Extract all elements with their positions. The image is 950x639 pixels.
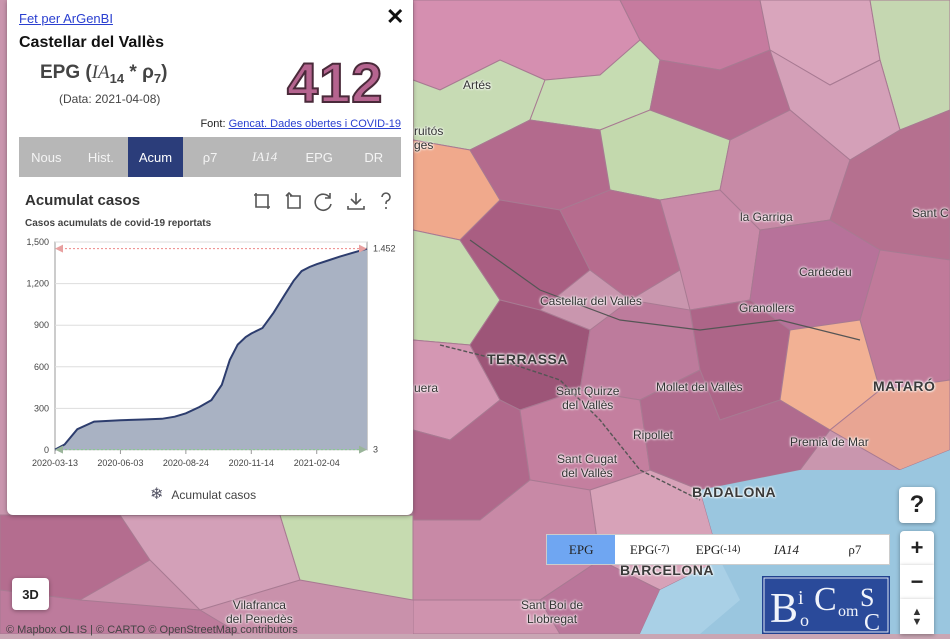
map-label-barcelona: BARCELONA [620, 562, 714, 578]
help-button[interactable]: ? [899, 487, 935, 523]
tab-dr[interactable]: DR [346, 137, 401, 177]
map-label-sant-cugat: Sant Cugat del Vallès [557, 452, 618, 480]
map-label-cardedeu: Cardedeu [799, 265, 852, 279]
chip-epg-label: EPG [568, 541, 594, 557]
biocomsc-logo[interactable]: B i o C om S C [762, 576, 890, 636]
info-panel: Fet per ArGenBI ✕ Castellar del Vallès E… [7, 0, 413, 515]
map-label-la-garriga: la Garriga [740, 210, 793, 224]
chip-epg-7[interactable]: EPG (-7) [615, 535, 683, 564]
metric-formula: EPG (IA14 * ρ7) [40, 62, 167, 86]
chip-rho7[interactable]: ρ7 [821, 535, 889, 564]
close-icon[interactable]: ✕ [386, 4, 404, 30]
svg-text:C: C [814, 581, 837, 618]
source-link[interactable]: Gencat. Dades obertes i COVID-19 [229, 118, 401, 130]
x-tick-label: 2020-03-13 [32, 458, 78, 468]
chip-rho7-label: ρ7 [848, 541, 862, 557]
map-label-ripollet: Ripollet [633, 428, 674, 442]
svg-text:B: B [770, 586, 798, 632]
chip-epg-14[interactable]: EPG (-14) [684, 535, 752, 564]
metric-prefix: EPG ( [40, 62, 92, 83]
tab-nous[interactable]: Nous [19, 137, 74, 177]
map-label-ruitos: ruitós ges [414, 124, 444, 152]
tab-hist[interactable]: Hist. [74, 137, 129, 177]
tab-acum[interactable]: Acum [128, 137, 183, 177]
map-label-granollers: Granollers [739, 301, 795, 315]
metric-ia: IA [91, 62, 110, 83]
y-tick-label: 0 [44, 445, 49, 455]
biocomsc-logo-art: B i o C om S C [763, 577, 889, 636]
max-arrow-left [55, 244, 63, 253]
chip-epg-14-sub: (-14) [720, 544, 741, 555]
zoom-reset-icon[interactable] [281, 190, 303, 212]
metric-suffix: ) [161, 62, 168, 83]
svg-text:om: om [838, 603, 859, 620]
y-tick-label: 900 [34, 320, 49, 330]
source-prefix: Font: [200, 118, 229, 130]
svg-text:i: i [798, 587, 804, 609]
legend-label: Acumulat casos [171, 488, 257, 502]
zoom-in-button[interactable]: + [900, 531, 934, 565]
svg-text:o: o [800, 610, 809, 630]
y-tick-label: 300 [34, 403, 49, 413]
x-tick-label: 2020-06-03 [97, 458, 143, 468]
3d-toggle-button[interactable]: 3D [12, 578, 49, 610]
svg-text:C: C [864, 610, 880, 634]
chip-epg-7-label: EPG [629, 541, 655, 557]
metric-rho: ρ [142, 62, 154, 83]
tab-ia14[interactable]: IA14 [237, 137, 292, 177]
municipality-name: Castellar del Vallès [19, 34, 164, 51]
map-label-sant-c: Sant C [912, 206, 949, 220]
metric-rho-sub: 7 [153, 70, 162, 86]
chip-ia14[interactable]: IA14 [752, 535, 820, 564]
zoom-out-button[interactable]: − [900, 565, 934, 599]
compass-button[interactable]: ▲ ▼ [900, 599, 934, 634]
restore-icon[interactable] [312, 190, 334, 212]
map-metric-selector: EPG EPG (-7) EPG (-14) IA14 ρ7 [546, 534, 890, 565]
data-date: (Data: 2021-04-08) [59, 92, 161, 106]
tab-epg[interactable]: EPG [292, 137, 347, 177]
help-icon[interactable] [375, 190, 397, 212]
y-tick-label: 600 [34, 362, 49, 372]
x-tick-label: 2020-08-24 [163, 458, 209, 468]
map-label-terrassa: TERRASSA [487, 351, 569, 367]
min-marker-label: 3 [373, 445, 378, 455]
max-marker-label: 1.452 [373, 244, 396, 254]
x-tick-label: 2020-11-14 [229, 458, 274, 468]
tab-rho7[interactable]: ρ7 [183, 137, 238, 177]
y-tick-label: 1,200 [26, 279, 49, 289]
series-area [55, 248, 367, 450]
map-label-vilafranca: Vilafranca del Penedès [226, 598, 293, 626]
x-tick-label: 2021-02-04 [294, 458, 340, 468]
chip-epg[interactable]: EPG [547, 535, 616, 564]
chart-title: Acumulat casos [25, 192, 141, 209]
svg-text:S: S [860, 583, 874, 612]
cumulative-cases-chart: 0 300 600 900 1,200 1,500 2020-03-13 2020-06-03… [26, 237, 396, 468]
metric-ia-sub: 14 [109, 70, 125, 86]
chip-ia14-label: IA14 [773, 541, 800, 557]
legend-marker-icon: ❄ [150, 486, 164, 503]
zoom-select-icon[interactable] [251, 190, 273, 212]
map-label-artes: Artés [463, 78, 492, 92]
chip-epg-7-sub: (-7) [654, 544, 670, 555]
chip-epg-14-label: EPG [695, 541, 721, 557]
source-line: Font: Gencat. Dades obertes i COVID-19 [200, 118, 401, 130]
chart-legend[interactable]: ❄ Acumulat casos [150, 484, 256, 504]
map-label-mataro: MATARÓ [873, 378, 936, 394]
map-label-mollet: Mollet del Vallès [656, 380, 743, 394]
map-attribution[interactable]: © Mapbox OL IS | © CARTO © OpenStreetMap… [6, 624, 298, 636]
map-label-sant-boi: Sant Boi de Llobregat [521, 598, 584, 626]
metric-value: 412 [286, 50, 384, 115]
map-label-sant-quirze: Sant Quirze del Vallès [556, 384, 620, 412]
map-label-uera: uera [414, 381, 439, 395]
tab-ia14-label: IA14 [251, 149, 278, 164]
metric-star: * [124, 62, 143, 83]
download-icon[interactable] [345, 190, 367, 212]
map-label-premia: Premià de Mar [790, 435, 869, 449]
argenbi-link[interactable]: Fet per ArGenBI [19, 11, 113, 26]
y-tick-label: 1,500 [26, 237, 49, 247]
metric-tabs: Nous Hist. Acum ρ7 IA14 EPG DR [19, 137, 401, 177]
map-label-badalona: BADALONA [692, 484, 777, 500]
map-label-castellar: Castellar del Vallès [540, 294, 642, 308]
